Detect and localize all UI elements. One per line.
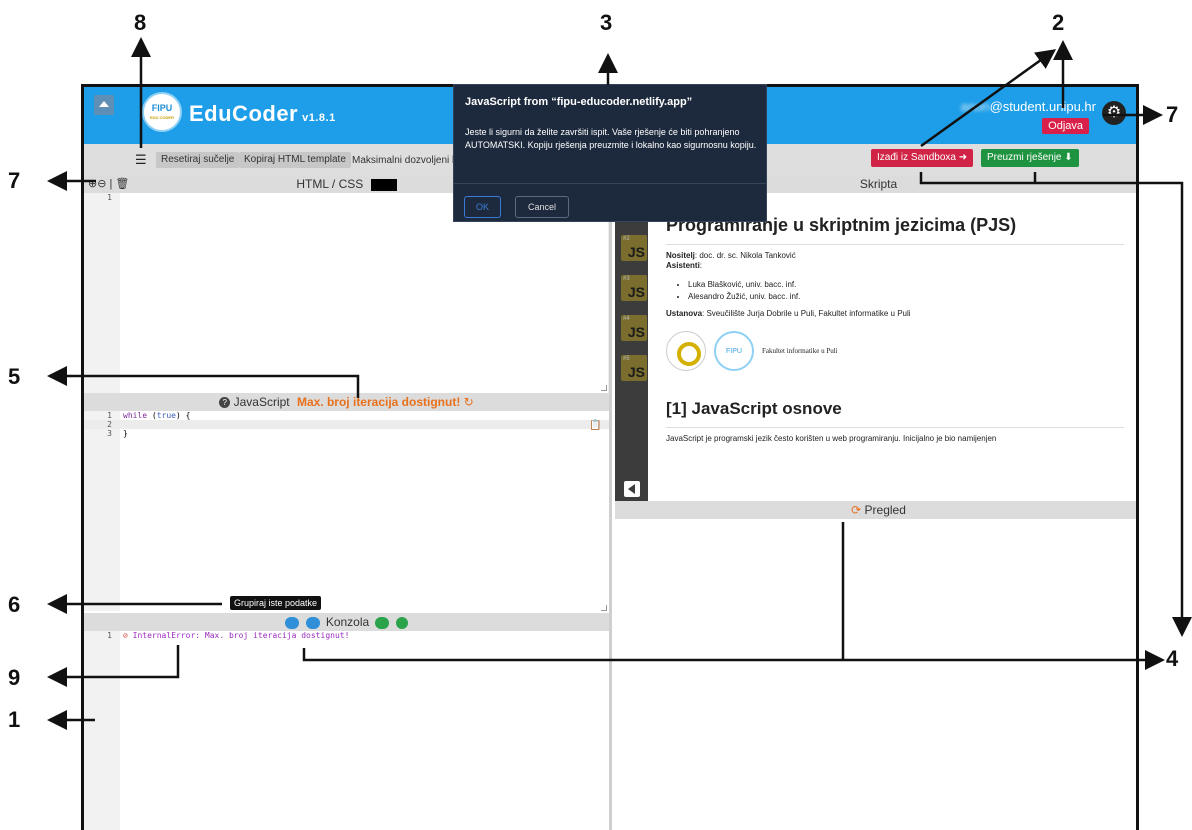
callout-3: 3 (600, 10, 613, 35)
callout-9: 9 (8, 665, 21, 690)
callout-7-left: 7 (8, 168, 21, 193)
callout-7-right: 7 (1166, 102, 1179, 127)
callout-2: 2 (1052, 10, 1065, 35)
callout-4: 4 (1166, 646, 1179, 671)
annotated-screenshot: FIPU EDU CODER EduCoder v1.8.1 anon@studen… (0, 0, 1192, 830)
callout-arrows (47, 37, 1192, 730)
callout-1: 1 (8, 707, 21, 732)
callout-5: 5 (8, 364, 21, 389)
callout-6: 6 (8, 592, 21, 617)
callout-8: 8 (134, 10, 147, 35)
